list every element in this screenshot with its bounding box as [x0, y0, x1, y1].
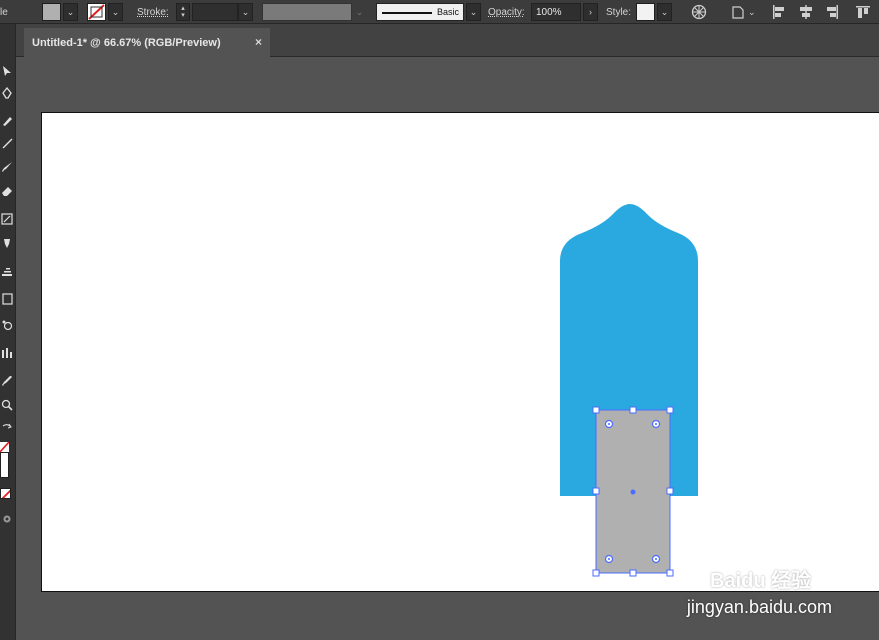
- artboard-tool-icon[interactable]: [0, 292, 14, 306]
- align-right-icon[interactable]: [823, 3, 841, 21]
- stroke-none-indicator[interactable]: [0, 442, 9, 452]
- variable-width-profile[interactable]: [262, 3, 352, 21]
- paintbrush-tool-icon[interactable]: [0, 160, 14, 174]
- stroke-weight-dropdown-chevron-icon[interactable]: ⌄: [238, 3, 253, 21]
- handle-middle-left[interactable]: [592, 487, 600, 495]
- style-dropdown-chevron-icon[interactable]: ⌄: [657, 3, 672, 21]
- artwork-canvas: [560, 204, 698, 577]
- document-tab[interactable]: Untitled-1* @ 66.67% (RGB/Preview) ×: [24, 28, 270, 57]
- curvature-tool-icon[interactable]: [0, 114, 14, 128]
- zoom-tool-icon[interactable]: [0, 398, 14, 412]
- align-to-chevron-icon[interactable]: ⌄: [748, 7, 756, 18]
- direct-selection-tool-icon[interactable]: [0, 64, 14, 78]
- fill-dropdown-chevron-icon[interactable]: ⌄: [63, 3, 78, 21]
- align-horizontal-center-icon[interactable]: [797, 3, 815, 21]
- stroke-weight-field[interactable]: [192, 3, 238, 21]
- free-transform-tool-icon[interactable]: [0, 264, 14, 278]
- stroke-swatch[interactable]: [87, 3, 106, 21]
- graphic-style-swatch[interactable]: [636, 3, 655, 21]
- handle-middle-right[interactable]: [666, 487, 674, 495]
- document-tab-bar: Untitled-1* @ 66.67% (RGB/Preview) ×: [16, 24, 879, 57]
- graph-tool-icon[interactable]: [0, 346, 14, 360]
- brush-dropdown-chevron-icon[interactable]: ⌄: [466, 3, 481, 21]
- opacity-field[interactable]: 100%: [531, 3, 581, 21]
- puppet-warp-tool-icon[interactable]: [0, 236, 14, 250]
- panel-label-clipped: le: [0, 6, 8, 18]
- align-to-artboard-icon[interactable]: [730, 3, 748, 21]
- document-tab-title: Untitled-1* @ 66.67% (RGB/Preview): [32, 36, 221, 49]
- handle-top-left[interactable]: [592, 406, 600, 414]
- stroke-label[interactable]: Stroke:: [137, 7, 169, 18]
- brush-definition[interactable]: Basic: [376, 3, 464, 21]
- handle-top-right[interactable]: [666, 406, 674, 414]
- corner-widget-dot: [655, 423, 657, 425]
- control-bar: le ⌄ ⌄ Stroke: ▴ ▾ ⌄ ⌄ Basic ⌄ Opacity: …: [0, 0, 879, 24]
- none-slash-icon: [1, 489, 10, 498]
- stepper-up-icon[interactable]: ▴: [181, 5, 185, 12]
- handle-bottom-left[interactable]: [592, 569, 600, 577]
- brush-stroke-preview: [382, 12, 432, 14]
- profile-dropdown-chevron-icon[interactable]: ⌄: [352, 3, 367, 21]
- swap-fill-stroke-icon[interactable]: [0, 422, 14, 434]
- brush-name: Basic: [436, 7, 459, 17]
- eraser-tool-icon[interactable]: [0, 184, 14, 198]
- watermark-url: jingyan.baidu.com: [686, 597, 832, 617]
- fill-color-indicator[interactable]: [0, 452, 9, 478]
- center-point: [630, 489, 636, 495]
- fill-stroke-indicator[interactable]: [0, 442, 10, 478]
- fill-swatch[interactable]: [42, 3, 61, 21]
- none-color-button[interactable]: [0, 488, 11, 499]
- eyedropper-tool-icon[interactable]: [0, 374, 14, 388]
- style-label: Style:: [606, 6, 632, 18]
- close-tab-icon[interactable]: ×: [255, 35, 262, 49]
- corner-widget-dot: [655, 558, 657, 560]
- artboard[interactable]: [41, 112, 879, 592]
- opacity-arrow-icon[interactable]: ›: [583, 3, 598, 21]
- align-left-icon[interactable]: [770, 3, 788, 21]
- handle-bottom-center[interactable]: [629, 569, 637, 577]
- stroke-dropdown-chevron-icon[interactable]: ⌄: [108, 3, 123, 21]
- handle-bottom-right[interactable]: [666, 569, 674, 577]
- recolor-artwork-icon[interactable]: [690, 3, 708, 21]
- no-color-slash-icon: [0, 442, 9, 452]
- stepper-down-icon[interactable]: ▾: [181, 12, 185, 19]
- scale-tool-icon[interactable]: [0, 212, 14, 226]
- opacity-label[interactable]: Opacity:: [488, 7, 525, 18]
- corner-widget-dot: [608, 558, 610, 560]
- handle-top-center[interactable]: [629, 406, 637, 414]
- symbol-sprayer-tool-icon[interactable]: [0, 318, 14, 332]
- no-stroke-icon: [88, 4, 105, 20]
- stroke-weight-stepper[interactable]: ▴ ▾: [176, 3, 190, 21]
- corner-widget-dot: [608, 423, 610, 425]
- drawing-mode-icon[interactable]: [0, 512, 14, 526]
- line-segment-tool-icon[interactable]: [0, 136, 14, 150]
- tools-panel: [0, 24, 16, 640]
- align-top-icon[interactable]: [854, 3, 872, 21]
- pen-tool-icon[interactable]: [0, 86, 14, 100]
